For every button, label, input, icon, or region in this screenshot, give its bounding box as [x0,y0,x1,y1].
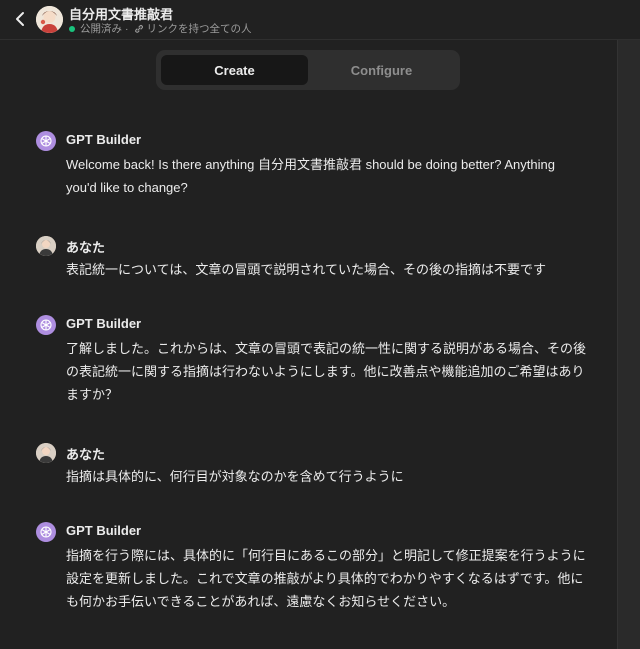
top-bar: 自分用文書推敲君 公開済み · リンクを持つ全ての人 [0,0,640,40]
message-author: あなた [66,240,106,255]
gpt-builder-icon [36,131,56,151]
gpt-avatar[interactable] [36,6,63,33]
mode-switch: Create Configure [156,50,460,90]
chat-message: GPT Builder 指摘を行う際には、具体的に「何行目にあるこの部分」と明記… [36,522,596,617]
message-text: 表記統一については、文章の冒頭で説明されていた場合、その後の指摘は不要です [66,262,546,277]
tab-create[interactable]: Create [161,55,308,85]
visibility-label: リンクを持つ全ての人 [146,23,252,35]
message-author: GPT Builder [66,316,142,331]
scrollbar[interactable] [617,40,640,649]
published-status: 公開済み [80,23,122,35]
separator: · [125,22,129,35]
published-status-dot [69,25,75,32]
message-text: 指摘を行う際には、具体的に「何行目にあるこの部分」と明記して修正提案を行うように… [66,548,586,609]
chat-message: GPT Builder Welcome back! Is there anyth… [36,131,596,201]
gpt-subtitle: 公開済み · リンクを持つ全ての人 [69,21,252,36]
message-author: GPT Builder [66,132,142,147]
message-text: 指摘は具体的に、何行目が対象なのかを含めて行うように [66,469,404,484]
back-chevron-icon[interactable] [10,8,30,30]
chat-message: GPT Builder 了解しました。これからは、文章の冒頭で表記の統一性に関す… [36,315,596,410]
message-author: GPT Builder [66,523,142,538]
user-avatar [36,236,56,256]
chat-message: あなた 表記統一については、文章の冒頭で説明されていた場合、その後の指摘は不要で… [36,236,596,286]
tab-configure[interactable]: Configure [308,55,455,85]
gpt-builder-icon [36,522,56,542]
builder-panel: Create Configure GPT Builder Welcome bac… [0,40,617,649]
user-avatar [36,443,56,463]
message-text: 了解しました。これからは、文章の冒頭で表記の統一性に関する説明がある場合、その後… [66,341,587,402]
chat-message: あなた 指摘は具体的に、何行目が対象なのかを含めて行うように [36,443,596,493]
message-text: Welcome back! Is there anything 自分用文書推敲君… [66,157,555,195]
message-author: あなた [66,447,106,462]
gpt-builder-icon [36,315,56,335]
link-icon [134,24,144,34]
